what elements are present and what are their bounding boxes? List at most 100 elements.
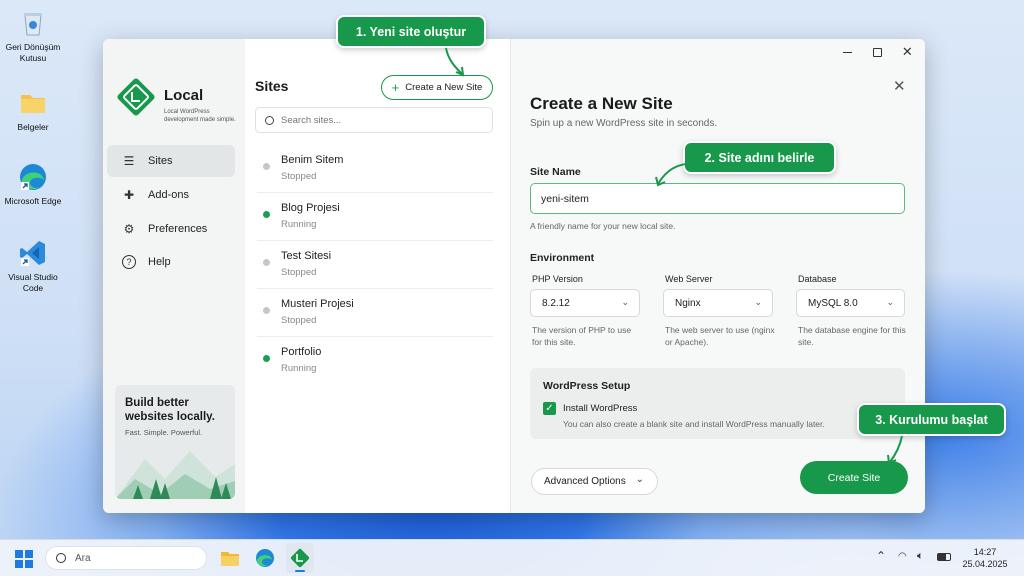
- site-name-label: Site Name: [530, 166, 581, 178]
- php-version-help: The version of PHP to use for this site.: [532, 325, 632, 347]
- puzzle-icon: ✚: [123, 188, 135, 202]
- web-server-select[interactable]: Nginx ⌄: [663, 289, 773, 317]
- php-version-label: PHP Version: [532, 274, 583, 284]
- maximize-icon[interactable]: [872, 47, 882, 57]
- site-status: Running: [281, 219, 317, 230]
- site-row[interactable]: Test Sitesi Stopped: [257, 241, 493, 289]
- desktop-icon-edge[interactable]: Microsoft Edge: [0, 162, 66, 207]
- battery-icon[interactable]: [937, 553, 951, 561]
- callout-step2-arrow: [655, 163, 687, 187]
- web-server-help: The web server to use (nginx or Apache).: [665, 325, 775, 347]
- nav-item-sites[interactable]: ☰ Sites: [107, 145, 235, 177]
- nav-label: Add-ons: [148, 189, 189, 201]
- callout-step1: 1. Yeni site oluştur: [336, 15, 486, 48]
- start-icon[interactable]: [15, 550, 33, 568]
- php-version-value: 8.2.12: [542, 297, 570, 309]
- status-dot-running: [263, 355, 270, 362]
- advanced-options-button[interactable]: Advanced Options ⌄: [531, 468, 658, 495]
- desktop-icon-vscode[interactable]: Visual Studio Code: [0, 238, 66, 294]
- site-row[interactable]: Blog Projesi Running: [257, 193, 493, 241]
- desktop-icon-folder[interactable]: Belgeler: [0, 88, 66, 133]
- nav-item-help[interactable]: ? Help: [107, 246, 235, 278]
- callout-step2: 2. Site adını belirle: [683, 141, 836, 174]
- local-app-window: ‹ ✕ Local Local WordPress development ma…: [103, 39, 925, 513]
- minimize-icon[interactable]: [843, 51, 853, 53]
- install-wordpress-label: Install WordPress: [563, 403, 638, 414]
- speaker-icon[interactable]: 🔈︎: [917, 550, 924, 563]
- wordpress-setup-box: WordPress Setup ✓ Install WordPress You …: [530, 368, 905, 439]
- nav-label: Preferences: [148, 223, 208, 235]
- create-new-site-button[interactable]: + Create a New Site: [381, 75, 493, 100]
- search-sites-input[interactable]: [281, 114, 481, 126]
- web-server-label: Web Server: [665, 274, 713, 284]
- vscode-icon: [18, 238, 48, 268]
- help-icon: ?: [122, 255, 136, 269]
- create-site-panel: ✕ Create a New Site Spin up a new WordPr…: [511, 39, 925, 513]
- nav-item-add-ons[interactable]: ✚ Add-ons: [107, 179, 235, 211]
- clock-date: 25.04.2025: [962, 559, 1008, 569]
- chevron-down-icon: ⌄: [754, 297, 762, 307]
- promo-card: Build better websites locally. Fast. Sim…: [115, 385, 235, 499]
- wifi-icon[interactable]: ◠: [898, 551, 907, 562]
- site-row[interactable]: Benim Sitem Stopped: [257, 145, 493, 193]
- edge-icon: [18, 162, 48, 192]
- desktop-icon-label: Belgeler: [17, 122, 49, 132]
- site-name-help: A friendly name for your new local site.: [530, 221, 676, 231]
- file-explorer-icon[interactable]: [220, 549, 240, 567]
- local-logo-icon: [115, 76, 157, 118]
- nav-label: Help: [148, 256, 171, 268]
- search-icon: [56, 553, 66, 563]
- desktop-icon-label: Geri Dönüşüm Kutusu: [5, 42, 61, 63]
- search-sites-field[interactable]: [255, 107, 493, 133]
- brand-name: Local: [164, 87, 204, 104]
- php-version-select[interactable]: 8.2.12 ⌄: [530, 289, 640, 317]
- site-name: Portfolio: [281, 346, 322, 358]
- local-taskbar-icon[interactable]: [286, 543, 314, 573]
- chevron-up-icon[interactable]: ⌃: [876, 549, 886, 563]
- create-new-site-label: Create a New Site: [405, 82, 483, 93]
- database-value: MySQL 8.0: [808, 297, 858, 309]
- advanced-options-label: Advanced Options: [544, 476, 626, 487]
- recycle-bin-icon: [18, 8, 48, 38]
- site-name-input[interactable]: [530, 183, 905, 214]
- database-help: The database engine for this site.: [798, 325, 906, 347]
- sliders-icon: ⚙: [123, 222, 135, 236]
- site-row[interactable]: Portfolio Running: [257, 337, 493, 385]
- window-close-icon[interactable]: ✕: [902, 45, 913, 58]
- taskbar-search-placeholder: Ara: [75, 552, 91, 564]
- search-icon: [265, 115, 274, 125]
- install-wordpress-checkbox[interactable]: ✓: [543, 402, 556, 415]
- sites-icon: ☰: [123, 154, 135, 168]
- form-subtitle: Spin up a new WordPress site in seconds.: [530, 118, 718, 129]
- site-row[interactable]: Musteri Projesi Stopped: [257, 289, 493, 337]
- brand-tagline: Local WordPress development made simple.: [164, 109, 236, 123]
- taskbar-search[interactable]: Ara: [45, 546, 207, 570]
- promo-title: Build better websites locally.: [125, 397, 215, 423]
- site-status: Stopped: [281, 171, 317, 182]
- site-name: Musteri Projesi: [281, 298, 354, 310]
- status-dot-running: [263, 211, 270, 218]
- clock[interactable]: 14:27 25.04.2025: [955, 546, 1015, 570]
- taskbar: Ara ⌃ ◠ 🔈︎ 14:27 25.04.2025: [0, 539, 1024, 576]
- chevron-down-icon: ⌄: [621, 297, 629, 307]
- wordpress-setup-title: WordPress Setup: [543, 380, 631, 392]
- site-name: Benim Sitem: [281, 154, 344, 166]
- folder-icon: [18, 88, 48, 118]
- nav-item-preferences[interactable]: ⚙ Preferences: [107, 213, 235, 245]
- site-status: Stopped: [281, 267, 317, 278]
- clock-time: 14:27: [973, 547, 997, 557]
- database-select[interactable]: MySQL 8.0 ⌄: [796, 289, 905, 317]
- promo-subtitle: Fast. Simple. Powerful.: [125, 428, 203, 437]
- panel-close-icon[interactable]: ✕: [893, 77, 906, 95]
- status-dot-stopped: [263, 163, 270, 170]
- desktop-icon-recycle-bin[interactable]: Geri Dönüşüm Kutusu: [0, 8, 66, 64]
- app-sidebar: Local Local WordPress development made s…: [103, 39, 245, 513]
- environment-label: Environment: [530, 252, 595, 264]
- desktop-icon-label: Visual Studio Code: [8, 272, 58, 293]
- mountains-illustration: [115, 451, 235, 499]
- status-dot-stopped: [263, 307, 270, 314]
- chevron-down-icon: ⌄: [635, 474, 644, 485]
- site-status: Running: [281, 363, 317, 374]
- edge-taskbar-icon[interactable]: [255, 548, 275, 568]
- callout-step3-arrow: [887, 435, 903, 465]
